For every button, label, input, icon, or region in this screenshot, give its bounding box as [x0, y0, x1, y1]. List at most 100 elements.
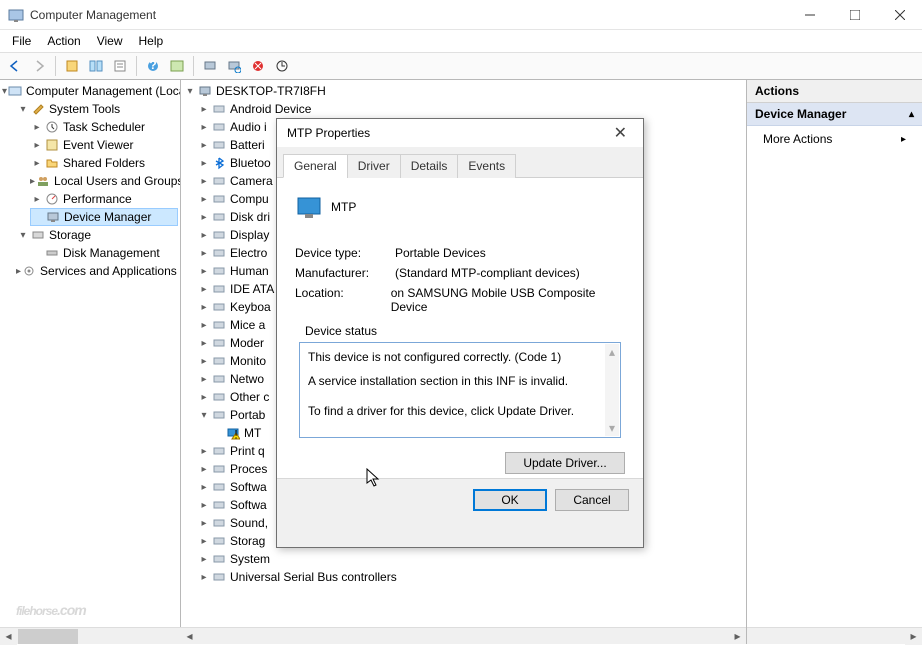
tab-strip: General Driver Details Events [277, 147, 643, 178]
device-icon [211, 245, 227, 261]
device-icon [211, 209, 227, 225]
menu-view[interactable]: View [89, 32, 131, 50]
update-driver-button[interactable]: Update Driver... [505, 452, 625, 474]
left-tree-pane: ▾ Computer Management (Local ▾ System To… [0, 80, 181, 644]
device-icon [211, 443, 227, 459]
actions-header: Actions [747, 80, 922, 103]
expander-icon[interactable]: ▾ [16, 104, 30, 115]
scroll-left-icon[interactable]: ◂ [0, 628, 17, 645]
minimize-button[interactable] [787, 0, 832, 30]
device-type-value: Portable Devices [395, 246, 486, 260]
device-icon [211, 299, 227, 315]
tree-shared-folders[interactable]: ▸Shared Folders [30, 154, 178, 172]
dialog-title-bar[interactable]: MTP Properties ✕ [277, 119, 643, 147]
app-icon [8, 7, 24, 23]
dialog-body: MTP Device type:Portable Devices Manufac… [277, 178, 643, 478]
device-icon [211, 569, 227, 585]
tree-root[interactable]: ▾ Computer Management (Local [2, 82, 178, 100]
device-name: MTP [331, 200, 356, 214]
manufacturer-label: Manufacturer: [295, 266, 395, 280]
device-icon [211, 191, 227, 207]
actions-pane: Actions Device Manager ▴ More Actions ▸ [747, 80, 922, 644]
properties-dialog: MTP Properties ✕ General Driver Details … [276, 118, 644, 548]
tree-disk-management[interactable]: ▸Disk Management [30, 244, 178, 262]
left-scrollbar[interactable]: ◂ ▸ [0, 627, 181, 644]
properties-button[interactable] [109, 55, 131, 77]
device-icon [211, 335, 227, 351]
action-pane-button[interactable] [166, 55, 188, 77]
tab-events[interactable]: Events [457, 154, 516, 178]
device-icon [211, 353, 227, 369]
manufacturer-value: (Standard MTP-compliant devices) [395, 266, 580, 280]
close-button[interactable] [877, 0, 922, 30]
device-icon [211, 497, 227, 513]
actions-section[interactable]: Device Manager ▴ [747, 103, 922, 126]
uninstall-button[interactable] [247, 55, 269, 77]
tools-icon [30, 101, 46, 117]
tab-details[interactable]: Details [400, 154, 459, 178]
device-status-box: This device is not configured correctly.… [299, 342, 621, 438]
device-icon [211, 479, 227, 495]
scroll-left-icon[interactable]: ◂ [181, 628, 198, 645]
tree-event-viewer[interactable]: ▸Event Viewer [30, 136, 178, 154]
tree-performance[interactable]: ▸Performance [30, 190, 178, 208]
device-root[interactable]: ▾DESKTOP-TR7I8FH [183, 82, 744, 100]
disk-icon [44, 245, 60, 261]
device-icon [211, 515, 227, 531]
device-icon [295, 194, 323, 222]
device-icon [211, 461, 227, 477]
dialog-title: MTP Properties [287, 126, 608, 140]
cancel-button[interactable]: Cancel [555, 489, 629, 511]
devices-button[interactable] [199, 55, 221, 77]
menu-file[interactable]: File [4, 32, 39, 50]
device-manager-icon [45, 209, 61, 225]
device-category[interactable]: ▸Universal Serial Bus controllers [197, 568, 744, 586]
location-value: on SAMSUNG Mobile USB Composite Device [391, 286, 625, 314]
performance-icon [44, 191, 60, 207]
device-icon [211, 407, 227, 423]
more-actions-item[interactable]: More Actions ▸ [747, 126, 922, 152]
help-button[interactable]: ? [142, 55, 164, 77]
device-icon [211, 263, 227, 279]
scroll-thumb[interactable] [18, 629, 78, 644]
event-icon [44, 137, 60, 153]
svg-text:!: ! [234, 428, 237, 441]
collapse-icon[interactable]: ▴ [909, 109, 914, 120]
tree-device-manager[interactable]: ▸Device Manager [30, 208, 178, 226]
svg-text:?: ? [149, 59, 156, 72]
computer-icon [197, 83, 213, 99]
scroll-right-icon[interactable]: ▸ [729, 628, 746, 645]
users-icon [35, 173, 51, 189]
device-category[interactable]: ▸Android Device [197, 100, 744, 118]
storage-icon [30, 227, 46, 243]
tree-task-scheduler[interactable]: ▸Task Scheduler [30, 118, 178, 136]
tree-system-tools[interactable]: ▾ System Tools [16, 100, 178, 118]
tab-driver[interactable]: Driver [347, 154, 401, 178]
mid-scrollbar[interactable]: ◂ ▸ [181, 627, 746, 644]
tree-storage[interactable]: ▾Storage [16, 226, 178, 244]
device-icon [211, 281, 227, 297]
status-line: A service installation section in this I… [308, 373, 612, 389]
menu-help[interactable]: Help [131, 32, 172, 50]
toolbar: ? [0, 52, 922, 80]
up-button[interactable] [61, 55, 83, 77]
update-driver-button[interactable] [271, 55, 293, 77]
tree-services-apps[interactable]: ▸Services and Applications [16, 262, 178, 280]
status-scrollbar[interactable]: ▴▾ [605, 344, 619, 436]
device-category[interactable]: ▸System [197, 550, 744, 568]
show-hide-tree-button[interactable] [85, 55, 107, 77]
dialog-buttons: OK Cancel [277, 478, 643, 521]
status-line: To find a driver for this device, click … [308, 403, 612, 419]
device-icon: ! [225, 425, 241, 441]
back-button[interactable] [4, 55, 26, 77]
menu-action[interactable]: Action [39, 32, 88, 50]
tab-general[interactable]: General [283, 154, 348, 178]
ok-button[interactable]: OK [473, 489, 547, 511]
scan-hardware-button[interactable] [223, 55, 245, 77]
status-line: This device is not configured correctly.… [308, 349, 612, 365]
forward-button[interactable] [28, 55, 50, 77]
maximize-button[interactable] [832, 0, 877, 30]
dialog-close-button[interactable]: ✕ [608, 121, 633, 145]
device-type-label: Device type: [295, 246, 395, 260]
tree-local-users[interactable]: ▸Local Users and Groups [30, 172, 178, 190]
